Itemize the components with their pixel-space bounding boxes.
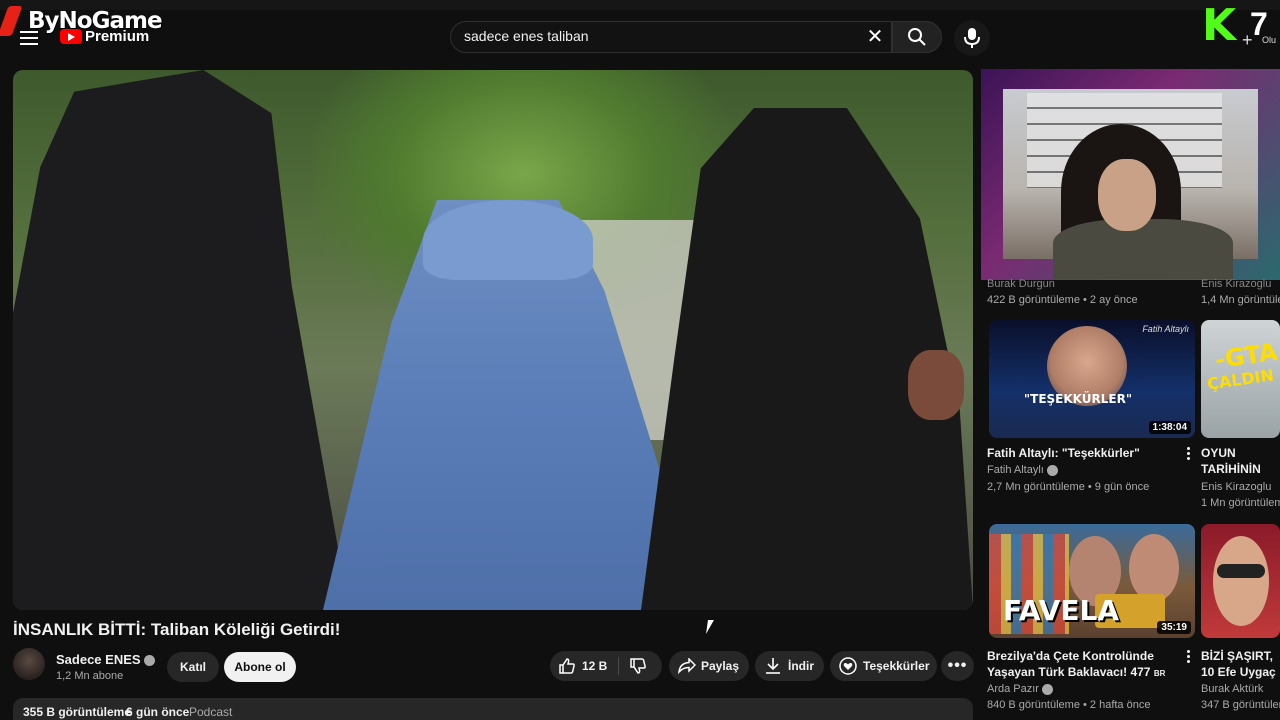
recommended-thumbnail[interactable] <box>1201 524 1280 638</box>
video-duration: 35:19 <box>1157 621 1191 634</box>
more-actions-button[interactable]: ••• <box>941 651 974 681</box>
recommended-title[interactable]: Brezilya'da Çete Kontrolünde Yaşayan Tür… <box>987 648 1187 680</box>
recommended-channel-name[interactable]: Fatih Altaylı <box>987 464 1044 476</box>
video-duration: 1:38:04 <box>1148 421 1191 434</box>
recommended-title-suffix-small: BR <box>1153 669 1166 678</box>
video-frame-hand <box>908 350 964 420</box>
thumbnail-caption: "TEŞEKKÜRLER" <box>1023 392 1133 406</box>
recommended-thumbnail[interactable]: "TEŞEKKÜRLER" Fatih Altaylı 1:38:04 <box>989 320 1195 438</box>
search-input[interactable] <box>464 28 854 44</box>
channel-avatar[interactable] <box>13 648 45 680</box>
video-frame-figure-blue-head <box>423 200 593 280</box>
video-player[interactable] <box>13 70 973 610</box>
streamer-webcam-overlay <box>981 69 1280 280</box>
share-icon <box>678 658 696 674</box>
plus-icon: + <box>1242 30 1253 50</box>
thumbnail-caption: FAVELA <box>1003 594 1119 627</box>
channel-name-text[interactable]: Sadece ENES <box>56 652 141 667</box>
recommended-thumbnail[interactable]: -GTA ÇALDIN <box>1201 320 1280 438</box>
hamburger-menu-icon[interactable] <box>20 31 38 45</box>
kick-logo-icon: K <box>1202 0 1237 51</box>
like-divider <box>618 657 619 675</box>
search-box[interactable]: ✕ <box>450 21 892 53</box>
thumbnail-person-2 <box>1129 534 1179 602</box>
search-icon <box>908 28 926 46</box>
thumbnail-signature: Fatih Altaylı <box>1142 324 1189 334</box>
recommended-title[interactable]: OYUN TARİHİNİN EN BÜYÜK KONSOL SAVAŞI <box>1201 445 1280 477</box>
thumbs-down-icon[interactable] <box>629 657 647 675</box>
join-button[interactable]: Katıl <box>167 652 219 682</box>
recommended-channel[interactable]: Fatih Altaylı <box>987 464 1177 476</box>
kick-overlay: K 7 + Olu <box>1200 0 1280 51</box>
download-label[interactable]: İndir <box>788 651 814 681</box>
recommended-title[interactable]: BİZİ ŞAŞIRT, 10 Efe Uygaç & M <box>1201 648 1280 680</box>
clear-search-icon[interactable]: ✕ <box>865 27 885 47</box>
prev-item-channel-1[interactable]: Burak Durgun <box>987 278 1187 290</box>
share-button[interactable]: Paylaş <box>669 651 749 681</box>
kick-follow-label: Olu <box>1262 35 1277 45</box>
channel-name[interactable]: Sadece ENES <box>56 652 155 667</box>
share-label[interactable]: Paylaş <box>701 651 739 681</box>
recommended-title-suffix: 477 <box>1130 665 1151 679</box>
verified-icon <box>1041 683 1053 695</box>
thanks-button[interactable]: Teşekkürler <box>830 651 937 681</box>
description-box[interactable]: 355 B görüntüleme 6 gün önce Podcast <box>13 698 973 720</box>
prev-item-meta-1: 422 B görüntüleme • 2 ay önce <box>987 294 1138 306</box>
video-frame-figure-left <box>13 70 347 610</box>
prev-item-meta-2: 1,4 Mn görüntüleme <box>1201 294 1280 306</box>
recommended-meta: 840 B görüntüleme • 2 hafta önce <box>987 699 1151 711</box>
podcast-tag[interactable]: Podcast <box>189 705 232 719</box>
like-count[interactable]: 12 B <box>582 651 607 681</box>
recommended-title[interactable]: Fatih Altaylı: "Teşekkürler" <box>987 445 1177 461</box>
subscribe-button[interactable]: Abone ol <box>224 652 296 682</box>
webcam-streamer-face <box>1098 159 1156 231</box>
download-button[interactable]: İndir <box>755 651 824 681</box>
recommended-title-text[interactable]: Brezilya'da Çete Kontrolünde Yaşayan Tür… <box>987 649 1154 679</box>
like-dislike-group: 12 B <box>550 651 662 681</box>
view-count: 355 B görüntüleme <box>23 705 132 719</box>
mouse-cursor <box>706 620 714 634</box>
verified-icon <box>1046 464 1058 476</box>
recommended-thumbnail[interactable]: FAVELA 35:19 <box>989 524 1195 638</box>
recommended-channel[interactable]: Enis Kirazoglu <box>1201 481 1280 493</box>
youtube-logo-icon[interactable] <box>60 29 82 44</box>
premium-label[interactable]: Premium <box>85 28 149 45</box>
kebab-menu-icon[interactable] <box>1185 447 1191 463</box>
recommended-channel-name[interactable]: Arda Pazır <box>987 683 1039 695</box>
recommended-meta: 1 Mn görüntüleme <box>1201 497 1280 509</box>
kebab-menu-icon[interactable] <box>1185 650 1191 666</box>
thumbnail-glasses <box>1217 564 1265 578</box>
thumbs-up-icon[interactable] <box>558 657 576 675</box>
recommended-meta: 347 B görüntüleme <box>1201 699 1280 711</box>
video-title: İNSANLIK BİTTİ: Taliban Köleliği Getirdi… <box>13 620 341 639</box>
webcam-streamer-body <box>1053 219 1233 279</box>
search-button[interactable] <box>892 21 942 53</box>
verified-icon <box>143 655 155 667</box>
recommended-channel[interactable]: Burak Aktürk <box>1201 683 1280 695</box>
subscriber-count: 1,2 Mn abone <box>56 670 124 682</box>
microphone-icon <box>964 28 980 48</box>
download-icon <box>766 658 780 674</box>
thumbnail-portrait <box>1213 536 1269 626</box>
prev-item-channel-2[interactable]: Enis Kirazoglu <box>1201 278 1280 290</box>
browser-top-strip <box>0 0 1280 10</box>
recommended-meta: 2,7 Mn görüntüleme • 9 gün önce <box>987 481 1150 493</box>
upload-date: 6 gün önce <box>126 705 190 719</box>
thanks-heart-icon <box>839 657 857 675</box>
thanks-label[interactable]: Teşekkürler <box>863 651 930 681</box>
recommended-channel[interactable]: Arda Pazır <box>987 683 1177 695</box>
voice-search-button[interactable] <box>954 20 990 56</box>
